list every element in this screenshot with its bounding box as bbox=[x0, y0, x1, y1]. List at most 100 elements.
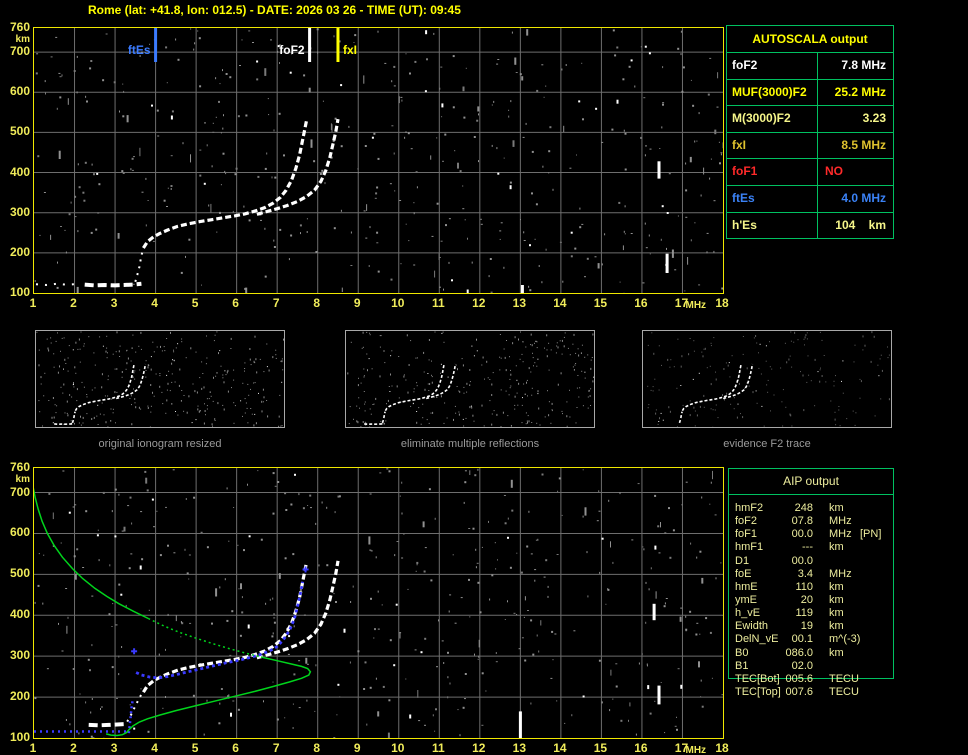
thumbnail-caption: eliminate multiple reflections bbox=[400, 438, 540, 450]
ionogram-plot-top: ftEs foF2 fxI bbox=[33, 27, 724, 296]
thumbnail-multiple-reflections-removed bbox=[345, 330, 595, 429]
table-row: DelN_vE 00.1 m^(-3) bbox=[729, 633, 893, 646]
x-tick-label: 13 bbox=[512, 296, 527, 310]
x-tick-label: 5 bbox=[191, 296, 199, 310]
noise-layer bbox=[647, 331, 890, 428]
parameter-label: foF1 bbox=[727, 159, 818, 185]
y-tick-label: 200 bbox=[9, 244, 30, 259]
x-tick-label: 16 bbox=[634, 741, 648, 755]
parameter-value: 4.0 MHz bbox=[841, 190, 886, 205]
foF2-marker-label: foF2 bbox=[279, 43, 305, 57]
x-tick-label: 6 bbox=[232, 741, 239, 755]
x-tick-label: 15 bbox=[593, 296, 608, 310]
fxI-marker-label: fxI bbox=[343, 43, 357, 57]
table-row: D1 00.0 bbox=[729, 555, 893, 568]
thumbnail-original-ionogram bbox=[35, 330, 285, 429]
parameter-unit: TECU bbox=[829, 672, 859, 685]
thumbnail-canvas bbox=[647, 331, 890, 428]
x-tick-label: 16 bbox=[634, 296, 648, 310]
restored-point-cross bbox=[131, 648, 138, 655]
x-tick-label: 3 bbox=[110, 741, 118, 755]
parameter-value: 104 km bbox=[835, 217, 886, 232]
parameter-value: 086.0 bbox=[785, 646, 813, 659]
table-row: foF2 7.8 MHz bbox=[727, 53, 893, 80]
x-tick-label: 14 bbox=[553, 741, 567, 755]
parameter-value: 3.23 bbox=[862, 111, 886, 126]
parameter-unit: m^(-3) bbox=[829, 633, 861, 646]
parameter-unit: MHz bbox=[829, 515, 852, 528]
parameter-value: 00.1 bbox=[791, 633, 813, 646]
table-row: ftEs 4.0 MHz bbox=[727, 185, 893, 213]
x-tick-label: 8 bbox=[313, 741, 321, 755]
x-tick-label: 6 bbox=[232, 296, 239, 310]
table-row: h_vE 119 km bbox=[729, 607, 893, 620]
profile-topside bbox=[32, 487, 149, 620]
thumbnail-canvas bbox=[36, 331, 284, 429]
parameter-label: h'Es bbox=[727, 212, 818, 239]
parameter-unit: km bbox=[829, 541, 844, 554]
table-row: B0 086.0 km bbox=[729, 647, 893, 660]
mini-Es-F-connector bbox=[678, 411, 683, 424]
mini-Es-trace bbox=[364, 422, 385, 426]
interference-artifact bbox=[520, 285, 524, 295]
F-trace-ordinary bbox=[142, 120, 308, 249]
x-tick-label: 2 bbox=[70, 741, 77, 755]
parameter-value: 007.6 bbox=[785, 685, 813, 698]
parameter-value: 02.0 bbox=[791, 659, 813, 672]
Es-F-connector bbox=[134, 250, 144, 283]
table-row: hmF2 248 km bbox=[729, 502, 893, 515]
table-row: MUF(3000)F2 25.2 MHz bbox=[727, 79, 893, 107]
parameter-value: 19 bbox=[800, 620, 813, 633]
table-row: h'Es 104 km bbox=[727, 212, 893, 239]
parameter-value: 7.8 MHz bbox=[841, 58, 886, 72]
y-tick-label: 200 bbox=[9, 689, 30, 704]
table-row: ymE 20 km bbox=[729, 594, 893, 607]
thumbnail-caption: evidence F2 trace bbox=[723, 438, 811, 450]
restored-point-cross bbox=[302, 566, 309, 573]
table-row: foF1 00.0 MHz [PN] bbox=[729, 528, 893, 541]
autoscala-table-body: foF2 7.8 MHz MUF(3000)F2 25.2 MHz M(3000… bbox=[727, 53, 893, 239]
interference-artifact bbox=[657, 685, 661, 705]
aip-table-body: hmF2 248 km foF2 07.8 MHz foF1 00.0 MHz … bbox=[729, 502, 893, 699]
thumbnail-canvas bbox=[347, 331, 595, 429]
aip-output-table: AIP output hmF2 248 km foF2 07.8 MHz foF… bbox=[728, 468, 894, 698]
parameter-unit: TECU bbox=[829, 685, 859, 698]
parameter-value: 00.0 bbox=[791, 554, 813, 567]
x-tick-label: 7 bbox=[272, 741, 280, 755]
parameter-note: [PN] bbox=[860, 528, 882, 541]
autoscala-output-table: AUTOSCALA output foF2 7.8 MHz MUF(3000)F… bbox=[726, 25, 894, 240]
y-tick-label: 500 bbox=[9, 566, 30, 581]
ionogram-canvas bbox=[32, 468, 724, 745]
x-tick-label: 18 bbox=[715, 296, 729, 310]
x-tick-label: 15 bbox=[593, 741, 608, 755]
y-tick-label: 760 bbox=[9, 20, 30, 34]
page-title: Rome (lat: +41.8, lon: 012.5) - DATE: 20… bbox=[88, 3, 461, 17]
profile-bottomside bbox=[105, 656, 312, 737]
x-tick-label: 11 bbox=[431, 741, 445, 755]
table-row: hmF1 --- km bbox=[729, 541, 893, 554]
parameter-unit: km bbox=[829, 502, 844, 514]
parameter-value: 248 bbox=[794, 502, 813, 514]
x-tick-label: 9 bbox=[353, 741, 361, 755]
parameter-value: 00.0 bbox=[791, 528, 813, 541]
ftEs-marker-label: ftEs bbox=[128, 43, 151, 57]
y-tick-label: 100 bbox=[9, 285, 30, 299]
table-row: foF1 NO bbox=[727, 159, 893, 186]
x-tick-label: 5 bbox=[191, 741, 199, 755]
parameter-unit: km bbox=[829, 580, 844, 593]
ionogram-canvas: ftEs foF2 fxI bbox=[34, 28, 724, 296]
y-tick-label: 400 bbox=[9, 607, 30, 622]
table-row: M(3000)F2 3.23 bbox=[727, 106, 893, 133]
x-tick-label: 10 bbox=[391, 741, 405, 755]
y-axis-unit-label: km bbox=[15, 474, 30, 485]
y-tick-label: 400 bbox=[9, 164, 30, 179]
y-tick-label: 700 bbox=[9, 44, 30, 59]
mini-F-trace-ordinary bbox=[74, 364, 135, 412]
table-row: B1 02.0 bbox=[729, 660, 893, 673]
y-tick-label: 600 bbox=[9, 525, 30, 540]
mini-Es-trace bbox=[54, 422, 75, 426]
interference-artifact bbox=[652, 603, 656, 621]
y-tick-label: 760 bbox=[9, 460, 30, 474]
x-tick-label: 3 bbox=[110, 296, 118, 310]
profile-middle bbox=[147, 617, 262, 658]
